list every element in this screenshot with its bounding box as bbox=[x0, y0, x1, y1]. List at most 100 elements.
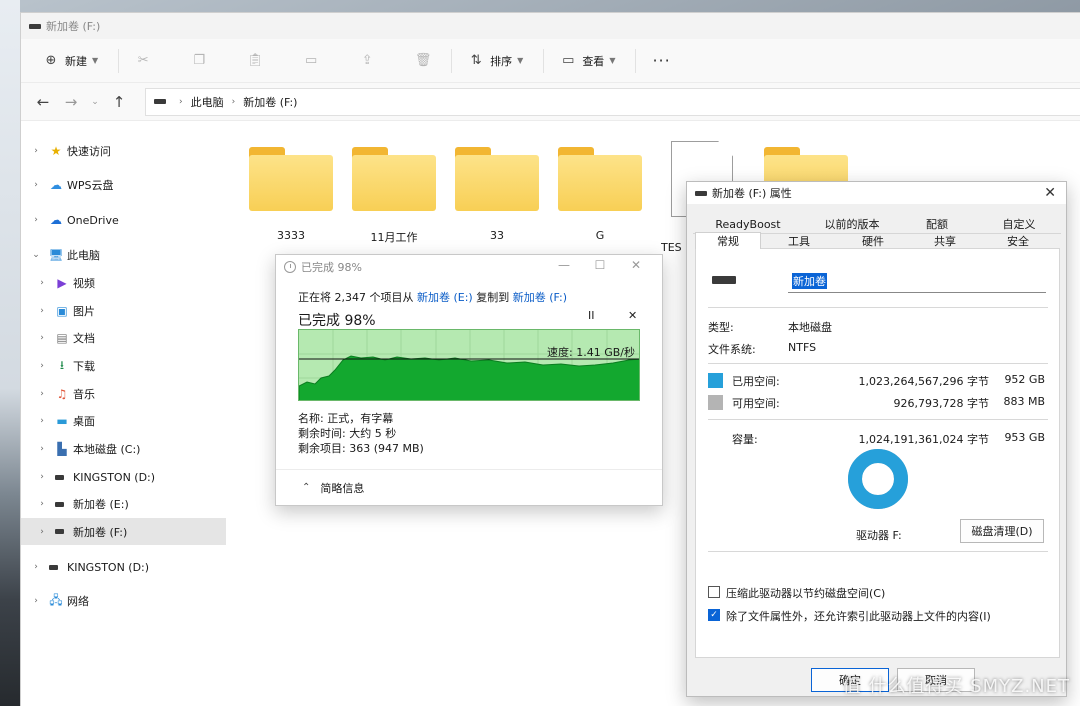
maximize-button[interactable]: ☐ bbox=[582, 258, 618, 272]
close-button[interactable]: ✕ bbox=[618, 258, 654, 272]
chevron-up-icon: ⌃ bbox=[302, 482, 311, 493]
speed-label: 速度: 1.41 GB/秒 bbox=[547, 346, 635, 359]
sidebar-item-videos[interactable]: › ▶ 视频 bbox=[21, 270, 226, 296]
drive-large-icon bbox=[712, 276, 736, 284]
chevron-right-icon: › bbox=[34, 180, 38, 190]
back-button[interactable]: ← bbox=[31, 90, 55, 114]
folder-item[interactable]: G bbox=[558, 147, 642, 242]
dialog-titlebar: 新加卷 (F:) 属性 bbox=[687, 182, 1066, 204]
tab-quota[interactable]: 配额 bbox=[903, 216, 971, 233]
destination-link[interactable]: 新加卷 (F:) bbox=[513, 291, 567, 304]
new-button[interactable]: ⊕ 新建 ▼ bbox=[37, 47, 104, 75]
close-button[interactable]: ✕ bbox=[1044, 185, 1056, 201]
volume-name-input[interactable]: 新加卷 bbox=[788, 269, 1046, 293]
sidebar-item-network[interactable]: › 🖧 网络 bbox=[21, 588, 226, 614]
arrow-left-icon: ← bbox=[36, 92, 50, 111]
view-button[interactable]: ▭ 查看 ▼ bbox=[554, 47, 621, 75]
chevron-right-icon: › bbox=[40, 444, 44, 454]
scissors-icon: ✂ bbox=[137, 53, 149, 68]
sidebar-item-onedrive[interactable]: › ☁ OneDrive bbox=[21, 207, 226, 233]
recent-locations-button[interactable]: ⌄ bbox=[87, 90, 103, 114]
copy-status-text: 正在将 2,347 个项目从 新加卷 (E:) 复制到 新加卷 (F:) bbox=[298, 291, 567, 304]
chevron-down-icon: ▼ bbox=[92, 56, 99, 65]
sidebar-item-wps-cloud[interactable]: › ☁ WPS云盘 bbox=[21, 172, 226, 198]
sidebar-item-music[interactable]: › ♫ 音乐 bbox=[21, 381, 226, 407]
source-link[interactable]: 新加卷 (E:) bbox=[417, 291, 473, 304]
sidebar-item-this-pc[interactable]: ⌄ 🖥︎ 此电脑 bbox=[21, 242, 226, 268]
drive-icon bbox=[695, 190, 707, 196]
speed-area bbox=[299, 355, 639, 400]
desktop-wallpaper bbox=[0, 0, 20, 706]
chevron-right-icon: › bbox=[34, 596, 38, 606]
chevron-down-icon: ⌄ bbox=[32, 250, 40, 260]
copy-button[interactable]: ❐ bbox=[185, 47, 213, 75]
sidebar-item-volume-f[interactable]: › 新加卷 (F:) bbox=[21, 518, 226, 545]
up-button[interactable]: ↑ bbox=[107, 90, 131, 114]
items-remaining-line: 剩余项目: 363 (947 MB) bbox=[298, 442, 424, 455]
chevron-right-icon: › bbox=[34, 562, 38, 572]
folder-item[interactable]: 33 bbox=[455, 147, 539, 242]
paste-button[interactable]: 📋︎ bbox=[241, 47, 269, 75]
sidebar-item-downloads[interactable]: › ⭳ 下载 bbox=[21, 353, 226, 379]
chevron-right-icon: › bbox=[34, 146, 38, 156]
view-icon: ▭ bbox=[562, 53, 575, 68]
minimize-button[interactable]: — bbox=[546, 258, 582, 272]
rename-icon: ▭ bbox=[305, 53, 318, 68]
index-contents-checkbox[interactable]: ✓ bbox=[708, 609, 720, 621]
chevron-down-icon: ▼ bbox=[517, 56, 524, 65]
index-contents-label: 除了文件属性外，还允许索引此驱动器上文件的内容(I) bbox=[726, 610, 991, 623]
sidebar-item-quick-access[interactable]: › ★ 快速访问 bbox=[21, 138, 226, 164]
system-drive-icon: ▙ bbox=[57, 442, 67, 456]
tab-readyboost[interactable]: ReadyBoost bbox=[695, 216, 801, 233]
folder-icon bbox=[455, 147, 539, 211]
sidebar-item-documents[interactable]: › ▤ 文档 bbox=[21, 325, 226, 351]
more-options-button[interactable]: ··· bbox=[646, 47, 676, 75]
sidebar-item-pictures[interactable]: › ▣ 图片 bbox=[21, 298, 226, 324]
sidebar-item-desktop[interactable]: › ▬ 桌面 bbox=[21, 408, 226, 434]
folder-item[interactable]: 3333 bbox=[249, 147, 333, 242]
window-titlebar: 新加卷 (F:) bbox=[21, 13, 1080, 39]
document-icon: ▤ bbox=[56, 331, 68, 345]
copy-progress-dialog: 已完成 98% — ☐ ✕ 正在将 2,347 个项目从 新加卷 (E:) 复制… bbox=[275, 254, 663, 506]
time-remaining-line: 剩余时间: 大约 5 秒 bbox=[298, 427, 397, 440]
address-bar-row: ← → ⌄ ↑ › 此电脑 › 新加卷 (F:) bbox=[21, 83, 1080, 121]
free-bytes: 926,793,728 字节 bbox=[893, 397, 989, 410]
cut-button[interactable]: ✂ bbox=[129, 47, 157, 75]
cancel-copy-button[interactable]: ✕ bbox=[628, 309, 637, 322]
chevron-right-icon: › bbox=[40, 278, 44, 288]
forward-button[interactable]: → bbox=[59, 90, 83, 114]
folder-item[interactable]: 11月工作 bbox=[352, 147, 436, 245]
sidebar-item-volume-e[interactable]: › 新加卷 (E:) bbox=[21, 491, 226, 517]
tab-general[interactable]: 常规 bbox=[695, 232, 761, 249]
delete-button[interactable]: 🗑︎ bbox=[409, 47, 437, 75]
pause-button[interactable]: II bbox=[588, 309, 595, 322]
drive-icon bbox=[49, 560, 63, 574]
chevron-right-icon: › bbox=[40, 472, 44, 482]
drive-icon bbox=[55, 470, 69, 484]
folder-icon bbox=[249, 147, 333, 211]
file-system-value: NTFS bbox=[788, 341, 817, 354]
paste-icon: 📋︎ bbox=[246, 53, 264, 68]
share-button[interactable]: ⇪ bbox=[353, 47, 381, 75]
breadcrumb-this-pc[interactable]: 此电脑 bbox=[191, 94, 224, 110]
sidebar-item-kingston-d[interactable]: › KINGSTON (D:) bbox=[21, 464, 226, 490]
disk-cleanup-button[interactable]: 磁盘清理(D) bbox=[960, 519, 1044, 543]
sidebar-item-kingston-d-root[interactable]: › KINGSTON (D:) bbox=[21, 554, 226, 580]
compress-drive-checkbox[interactable] bbox=[708, 586, 720, 598]
chevron-right-icon: › bbox=[40, 499, 44, 509]
tab-previous-versions[interactable]: 以前的版本 bbox=[801, 216, 903, 233]
trash-icon: 🗑︎ bbox=[414, 53, 432, 68]
clock-icon bbox=[284, 261, 296, 273]
less-details-toggle[interactable]: ⌃ 简略信息 bbox=[276, 469, 662, 505]
rename-button[interactable]: ▭ bbox=[297, 47, 325, 75]
tab-customize[interactable]: 自定义 bbox=[977, 216, 1061, 233]
breadcrumb-current[interactable]: 新加卷 (F:) bbox=[243, 94, 297, 110]
free-size: 883 MB bbox=[1003, 395, 1045, 408]
address-breadcrumb[interactable]: › 此电脑 › 新加卷 (F:) bbox=[145, 87, 1080, 116]
cloud-icon: ☁ bbox=[50, 178, 62, 192]
sort-button[interactable]: ⇅ 排序 ▼ bbox=[462, 47, 529, 75]
sidebar-item-local-disk-c[interactable]: › ▙ 本地磁盘 (C:) bbox=[21, 436, 226, 462]
picture-icon: ▣ bbox=[56, 304, 68, 318]
desktop-icon: ▬ bbox=[56, 414, 68, 428]
arrow-right-icon: → bbox=[64, 92, 78, 111]
